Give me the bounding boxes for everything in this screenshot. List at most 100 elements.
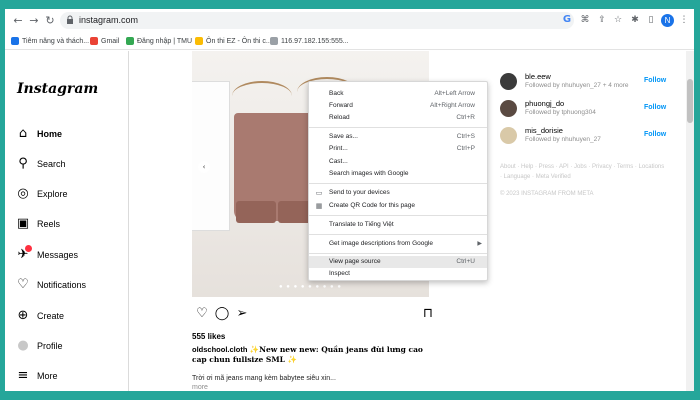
menu-item-print[interactable]: Print... Ctrl+P: [309, 143, 487, 155]
nav-label: Home: [37, 129, 63, 139]
nav-label: Reels: [37, 219, 61, 229]
menu-separator: [309, 127, 487, 128]
submenu-arrow-icon: ▶: [477, 240, 482, 247]
compass-icon: ◎: [17, 186, 29, 201]
menu-item-image-descriptions[interactable]: Get image descriptions from Google ▶: [309, 238, 487, 250]
nav-label: Search: [37, 159, 66, 169]
menu-item-forward[interactable]: Forward Alt+Right Arrow: [309, 100, 487, 112]
menu-separator: [309, 183, 487, 184]
menu-item-view-source[interactable]: View page source Ctrl+U: [309, 256, 487, 268]
forward-icon[interactable]: →: [27, 14, 41, 28]
menu-item-reload[interactable]: Reload Ctrl+R: [309, 112, 487, 124]
menu-item-send-to-devices[interactable]: ▭ Send to your devices: [309, 187, 487, 199]
follow-button[interactable]: Follow: [644, 77, 666, 84]
menu-kebab-icon[interactable]: ⋮: [678, 14, 690, 26]
url-text[interactable]: instagram.com: [79, 14, 138, 27]
menu-item-create-qr[interactable]: ▦ Create QR Code for this page: [309, 200, 487, 212]
nav-more[interactable]: ≡ More: [15, 367, 125, 385]
translate-icon[interactable]: ⌘: [579, 14, 591, 26]
hamburger-menu-icon: ≡: [17, 368, 29, 383]
menu-item-save-as[interactable]: Save as... Ctrl+S: [309, 131, 487, 143]
nav-reels[interactable]: ▣ Reels: [15, 215, 125, 233]
suggestion-username[interactable]: ble.eew: [525, 72, 551, 81]
bookmark-favicon-icon: [11, 37, 19, 46]
avatar[interactable]: [500, 73, 517, 90]
footer-links[interactable]: About · Help · Press · API · Jobs · Priv…: [500, 162, 665, 182]
nav-label: Profile: [37, 341, 63, 351]
plus-square-icon: ⊕: [17, 308, 29, 323]
suggestion-row: phuongj_do Followed by tphuong304 Follow: [500, 98, 680, 120]
menu-separator: [309, 253, 487, 254]
bookmark-item[interactable]: 116.97.182.155:555...: [270, 35, 349, 48]
comment-icon[interactable]: ◯: [214, 306, 230, 322]
omnibox[interactable]: instagram.com: [60, 12, 574, 29]
suggestion-row: mis_dorisie Followed by nhuhuyen_27 Foll…: [500, 125, 680, 147]
menu-separator: [309, 234, 487, 235]
search-icon: ⚲: [18, 156, 28, 171]
post-username[interactable]: oldschool.cloth: [192, 345, 247, 354]
menu-item-search-images[interactable]: Search images with Google: [309, 168, 487, 180]
suggestion-username[interactable]: mis_dorisie: [525, 126, 563, 135]
scrollbar-thumb[interactable]: [687, 79, 693, 123]
extensions-icon[interactable]: ✱: [629, 14, 641, 26]
devices-icon: ▭: [315, 189, 323, 197]
nav-home[interactable]: ⌂ Home: [15, 125, 125, 143]
carousel-prev-icon[interactable]: ‹: [198, 161, 210, 173]
bookmark-item[interactable]: Đăng nhập | TMU: [126, 35, 192, 48]
sidebar-icon[interactable]: ▯: [645, 14, 657, 26]
more-link[interactable]: more: [192, 384, 208, 391]
suggestion-subtext: Followed by nhuhuyen_27 + 4 more: [525, 82, 629, 89]
lock-icon[interactable]: [66, 15, 74, 25]
bookmark-favicon-icon: [126, 37, 134, 46]
bookmark-star-icon[interactable]: ☆: [612, 14, 624, 26]
bookmark-item[interactable]: Gmail: [90, 35, 119, 48]
share-icon[interactable]: ⇪: [596, 14, 608, 26]
bookmark-favicon-icon: [270, 37, 278, 46]
instagram-logo[interactable]: Instagram: [17, 81, 98, 97]
avatar[interactable]: [500, 100, 517, 117]
nav-profile[interactable]: ● Profile: [15, 337, 125, 355]
shorts-leg: [236, 201, 276, 223]
back-icon[interactable]: ←: [11, 14, 25, 28]
nav-search[interactable]: ⚲ Search: [15, 155, 125, 173]
follow-button[interactable]: Follow: [644, 104, 666, 111]
menu-item-translate[interactable]: Translate to Tiếng Việt: [309, 219, 487, 231]
bookmark-item[interactable]: Tiêm năng và thách...: [11, 35, 89, 48]
nav-explore[interactable]: ◎ Explore: [15, 185, 125, 203]
post-actions: ♡ ◯ ➢ ⊓: [192, 306, 433, 322]
page-scrollbar[interactable]: [686, 51, 694, 391]
profile-avatar[interactable]: N: [661, 14, 674, 27]
avatar[interactable]: [500, 127, 517, 144]
bookmark-item[interactable]: Ôn thi EZ - Ôn thi c...: [195, 35, 272, 48]
suggestion-username[interactable]: phuongj_do: [525, 99, 564, 108]
profile-avatar-icon: ●: [17, 338, 29, 353]
heart-icon: ♡: [17, 277, 29, 292]
nav-messages[interactable]: ✈ Messages: [15, 245, 125, 264]
follow-button[interactable]: Follow: [644, 131, 666, 138]
instagram-sidebar: Instagram ⌂ Home ⚲ Search ◎ Explore ▣ Re…: [5, 51, 129, 391]
gmail-icon: [90, 37, 98, 46]
google-icon[interactable]: G: [561, 14, 573, 26]
reload-icon[interactable]: ↻: [43, 14, 57, 28]
nav-label: Create: [37, 311, 65, 321]
carousel-dots: ● ● ● ● ● ● ● ● ●: [279, 284, 342, 290]
suggestion-subtext: Followed by tphuong304: [525, 109, 596, 116]
context-menu: Back Alt+Left Arrow Forward Alt+Right Arro…: [308, 81, 488, 281]
bookmark-favicon-icon: [195, 37, 203, 46]
menu-item-back[interactable]: Back Alt+Left Arrow: [309, 88, 487, 100]
nav-create[interactable]: ⊕ Create: [15, 307, 125, 325]
save-bookmark-icon[interactable]: ⊓: [420, 306, 436, 322]
caption-subline: Trời ơi mã jeans mang kèm babytee siêu x…: [192, 375, 336, 382]
nav-label: More: [37, 371, 58, 381]
share-send-icon[interactable]: ➢: [234, 306, 250, 322]
shirt-illustration: [192, 81, 230, 231]
nav-notifications[interactable]: ♡ Notifications: [15, 276, 125, 294]
menu-item-cast[interactable]: Cast...: [309, 156, 487, 168]
likes-count[interactable]: 555 likes: [192, 332, 225, 341]
hanger-illustration: [232, 81, 292, 111]
suggestions-panel: ble.eew Followed by nhuhuyen_27 + 4 more…: [500, 51, 680, 211]
suggestion-row: ble.eew Followed by nhuhuyen_27 + 4 more…: [500, 71, 680, 93]
like-heart-icon[interactable]: ♡: [194, 306, 210, 322]
menu-item-inspect[interactable]: Inspect: [309, 268, 487, 280]
nav-label: Notifications: [37, 280, 87, 290]
